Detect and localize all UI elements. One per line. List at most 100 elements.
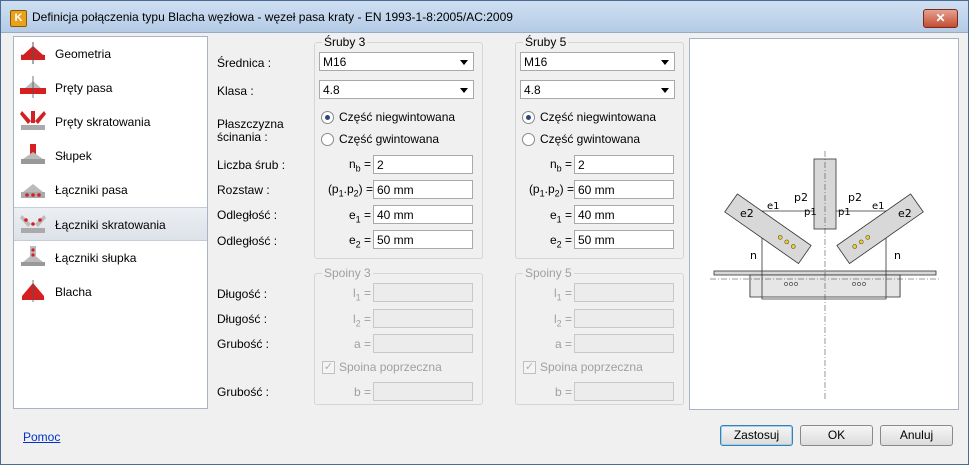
bolts-3-threaded-label: Część gwintowana	[339, 132, 440, 146]
sidebar-item-chord-members[interactable]: Pręty pasa	[14, 71, 207, 105]
p2-left-label: p2	[794, 191, 808, 204]
p2-right-label: p2	[848, 191, 862, 204]
dialog-window: K Definicja połączenia typu Blacha węzło…	[0, 0, 969, 465]
p-mid: .p	[544, 182, 555, 196]
bolts-3-diameter-select[interactable]: M16	[319, 52, 474, 71]
geometry-icon	[21, 42, 45, 64]
class-label: Klasa :	[217, 84, 254, 98]
n-right-label: n	[894, 249, 901, 262]
eq: =	[360, 286, 371, 300]
cancel-button[interactable]: Anuluj	[880, 425, 953, 446]
sidebar-item-label: Łączniki pasa	[55, 183, 128, 197]
shear-plane-label-2: ścinania :	[217, 130, 268, 144]
bolts-3-diameter-value: M16	[323, 55, 347, 69]
bolts-3-threaded-radio[interactable]	[321, 133, 334, 146]
welds-3-title: Spoiny 3	[322, 266, 373, 280]
welds-5-l1-input[interactable]	[574, 283, 674, 302]
eq: =	[360, 312, 371, 326]
diameter-label: Średnica :	[217, 56, 272, 70]
bolts-5-unthreaded-label: Część niegwintowana	[540, 110, 657, 124]
sidebar-item-web-members[interactable]: Pręty skratowania	[14, 105, 207, 139]
help-link[interactable]: Pomoc	[23, 430, 60, 444]
bolts-3-unthreaded-label: Część niegwintowana	[339, 110, 456, 124]
distance-e2-label: Odległość :	[217, 234, 278, 248]
welds-3-b-input[interactable]	[373, 382, 473, 401]
eq: =	[360, 157, 371, 171]
bolts-5-diameter-value: M16	[524, 55, 548, 69]
bolts-5-nb-input[interactable]: 2	[574, 155, 674, 174]
welds-3-transverse-checkbox[interactable]: ✓	[322, 361, 335, 374]
sidebar-item-plate[interactable]: Blacha	[14, 275, 207, 309]
bolts-5-diameter-select[interactable]: M16	[520, 52, 675, 71]
p-symbol: (p1.p2) =	[520, 182, 574, 198]
bolts-3-e2-input[interactable]: 50 mm	[373, 230, 473, 249]
plate-icon	[22, 280, 44, 302]
bolts-5-spacing-input[interactable]: 60 mm	[574, 180, 674, 199]
sidebar-item-chord-connectors[interactable]: Łączniki pasa	[14, 173, 207, 207]
bolts-3-class-value: 4.8	[323, 83, 340, 97]
welds-5-a-input[interactable]	[574, 334, 674, 353]
eq: =	[360, 208, 371, 222]
close-button[interactable]: ✕	[923, 9, 958, 28]
bolts-3-group	[314, 42, 483, 259]
e-letter: e	[549, 233, 557, 247]
e2-right-label: e2	[898, 207, 912, 220]
chord-members-icon	[20, 76, 46, 98]
sidebar-item-post[interactable]: Słupek	[14, 139, 207, 173]
e1-symbol: e1 =	[321, 208, 371, 224]
bolts-5-threaded-radio[interactable]	[522, 133, 535, 146]
l2-symbol: l2 =	[522, 312, 572, 328]
e-letter: e	[549, 208, 557, 222]
thickness-a-label: Grubość :	[217, 337, 270, 351]
length-l1-label: Długość :	[217, 287, 268, 301]
sidebar-item-post-connectors[interactable]: Łączniki słupka	[14, 241, 207, 275]
p-open: (p	[528, 182, 540, 196]
spacing-label: Rozstaw :	[217, 183, 270, 197]
l1-symbol: l1 =	[321, 286, 371, 302]
eq: =	[561, 312, 572, 326]
welds-5-l2-input[interactable]	[574, 309, 674, 328]
welds-3-l1-input[interactable]	[373, 283, 473, 302]
bolts-3-unthreaded-radio[interactable]	[321, 111, 334, 124]
post-connectors-icon	[21, 246, 45, 266]
bolts-5-class-value: 4.8	[524, 83, 541, 97]
nb-symbol: nb =	[321, 157, 371, 173]
bolts-3-e1-input[interactable]: 40 mm	[373, 205, 473, 224]
welds-5-transverse-checkbox[interactable]: ✓	[523, 361, 536, 374]
bolts-5-e1-input[interactable]: 40 mm	[574, 205, 674, 224]
welds-5-title: Spoiny 5	[523, 266, 574, 280]
welds-3-a-input[interactable]	[373, 334, 473, 353]
sidebar-item-geometry[interactable]: Geometria	[14, 37, 207, 71]
bolts-5-e2-input[interactable]: 50 mm	[574, 230, 674, 249]
p-close: ) =	[358, 182, 373, 196]
sidebar-item-label: Łączniki skratowania	[55, 218, 166, 232]
bolts-3-nb-input[interactable]: 2	[373, 155, 473, 174]
sidebar-item-label: Słupek	[55, 149, 92, 163]
window-title: Definicja połączenia typu Blacha węzłowa…	[32, 10, 513, 24]
e1-left-label: e1	[767, 201, 780, 212]
chevron-down-icon	[460, 88, 468, 93]
post-icon	[21, 144, 45, 164]
bolts-5-class-select[interactable]: 4.8	[520, 80, 675, 99]
eq: =	[561, 286, 572, 300]
p-open: (p	[327, 182, 339, 196]
e-letter: e	[348, 208, 356, 222]
distance-e1-label: Odległość :	[217, 208, 278, 222]
nb-letter: n	[549, 157, 557, 171]
welds-3-l2-input[interactable]	[373, 309, 473, 328]
e2-symbol: e2 =	[522, 233, 572, 249]
bolts-3-spacing-input[interactable]: 60 mm	[373, 180, 473, 199]
apply-button[interactable]: Zastosuj	[720, 425, 793, 446]
ok-button[interactable]: OK	[800, 425, 873, 446]
sidebar-item-web-connectors[interactable]: Łączniki skratowania	[14, 207, 207, 241]
chevron-down-icon	[661, 60, 669, 65]
e-letter: e	[348, 233, 356, 247]
bolts-5-unthreaded-radio[interactable]	[522, 111, 535, 124]
bolts-3-class-select[interactable]: 4.8	[319, 80, 474, 99]
welds-3-transverse-label: Spoina poprzeczna	[339, 360, 442, 374]
e1-right-label: e1	[872, 201, 885, 212]
welds-5-transverse-label: Spoina poprzeczna	[540, 360, 643, 374]
p1-left-label: p1	[804, 207, 817, 218]
welds-5-b-input[interactable]	[574, 382, 674, 401]
sidebar-item-label: Pręty skratowania	[55, 115, 151, 129]
